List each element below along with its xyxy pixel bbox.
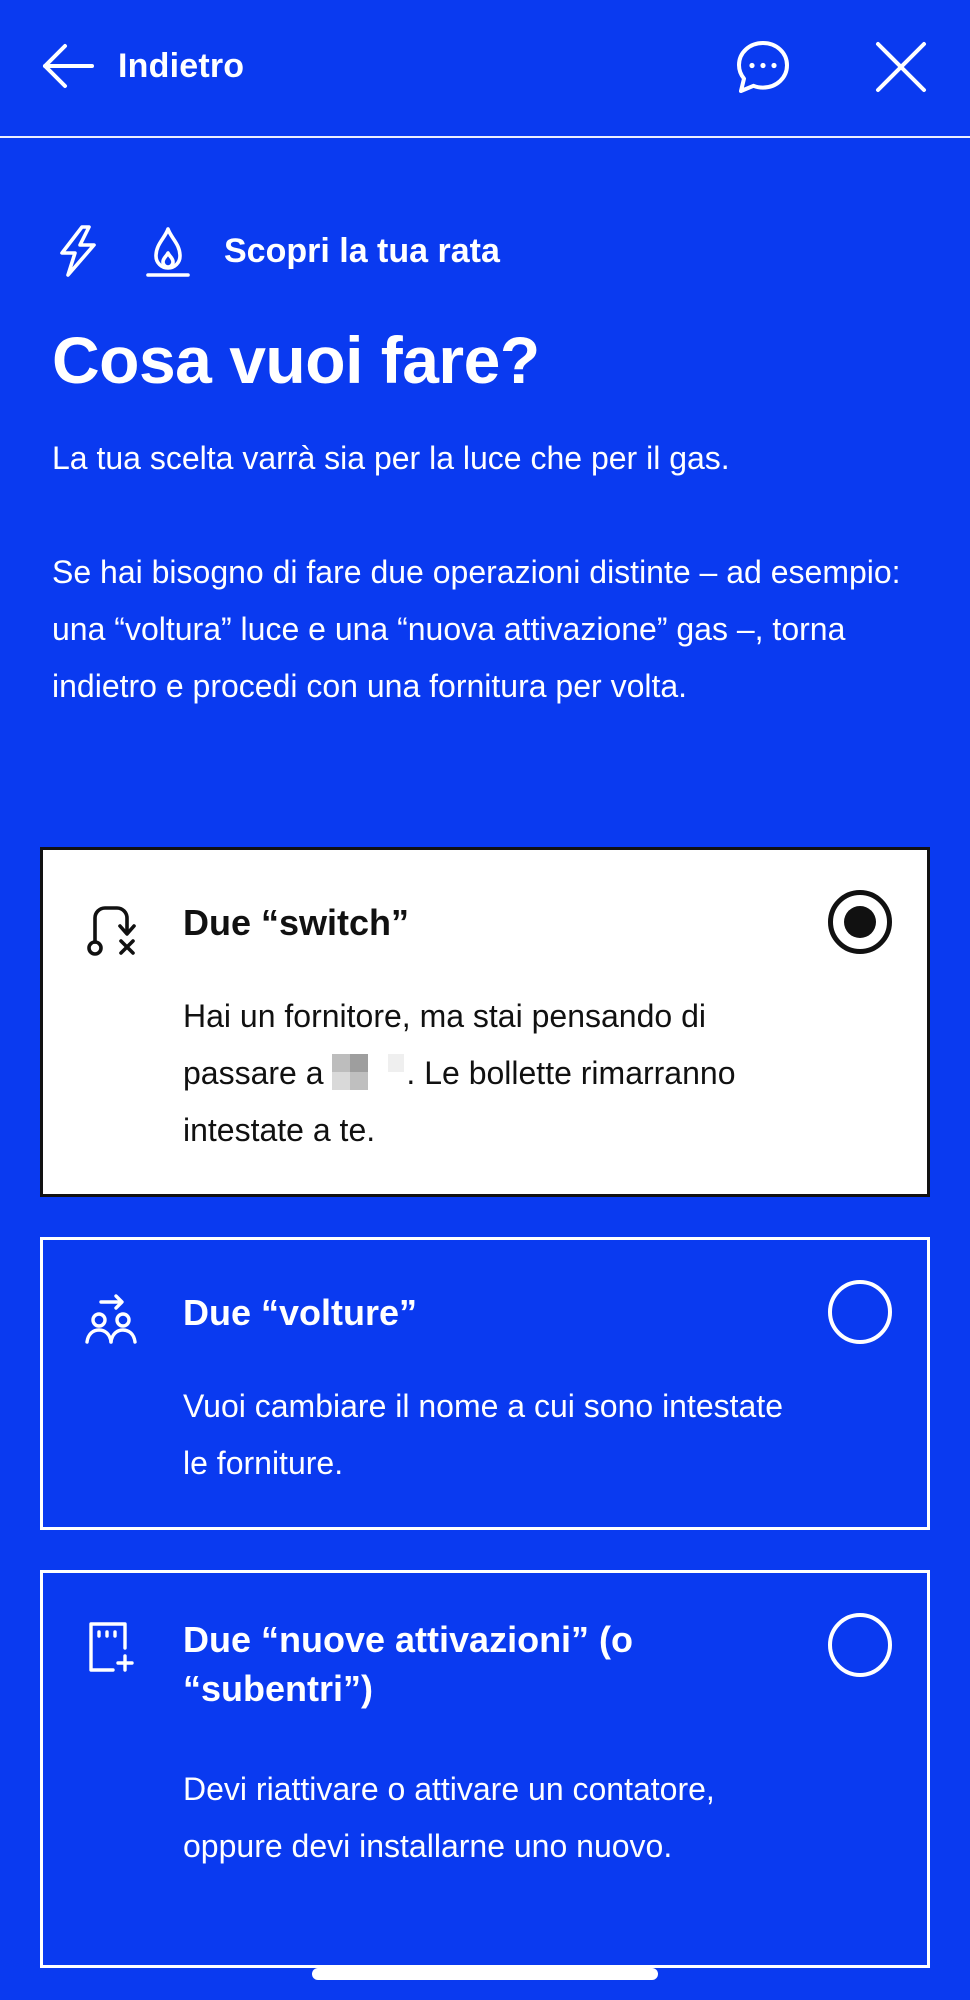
option-title: Due “switch” xyxy=(183,902,410,943)
option-nuove-attivazioni[interactable]: Due “nuove attivazioni” (o “subentri”) D… xyxy=(40,1570,930,1968)
lightning-icon xyxy=(60,225,96,277)
radio-button[interactable] xyxy=(828,1280,892,1344)
option-volture[interactable]: Due “volture” Vuoi cambiare il nome a cu… xyxy=(40,1237,930,1530)
home-indicator xyxy=(312,1968,658,1980)
option-description: Devi riattivare o attivare un contatore,… xyxy=(183,1771,715,1864)
intro-paragraph: La tua scelta varrà sia per la luce che … xyxy=(52,440,730,476)
section-eyebrow: Scopri la tua rata xyxy=(52,220,500,282)
eyebrow-label: Scopri la tua rata xyxy=(224,231,500,270)
top-bar: Indietro xyxy=(0,0,970,138)
arrow-left-icon xyxy=(43,44,94,88)
people-transfer-icon xyxy=(85,1294,137,1344)
chat-bubble-icon xyxy=(737,41,789,93)
close-button[interactable] xyxy=(870,36,932,98)
option-description: Hai un fornitore, ma stai pensando di pa… xyxy=(183,988,803,1159)
page-title: Cosa vuoi fare? xyxy=(52,323,540,397)
switch-route-icon xyxy=(87,906,136,956)
flame-icon xyxy=(146,227,190,277)
option-switch[interactable]: Due “switch” Hai un fornitore, ma stai p… xyxy=(40,847,930,1197)
close-icon xyxy=(876,42,926,92)
chat-button[interactable] xyxy=(734,38,792,96)
radio-button[interactable] xyxy=(828,1613,892,1677)
back-label: Indietro xyxy=(118,46,245,85)
back-button[interactable]: Indietro xyxy=(40,36,244,96)
intro-paragraph: Se hai bisogno di fare due operazioni di… xyxy=(52,554,901,704)
meter-add-icon xyxy=(89,1622,134,1672)
option-description: Vuoi cambiare il nome a cui sono intesta… xyxy=(183,1388,784,1481)
radio-button-selected[interactable] xyxy=(828,890,892,954)
option-title: Due “nuove attivazioni” (o “subentri”) xyxy=(183,1619,634,1709)
option-title: Due “volture” xyxy=(183,1292,418,1333)
redacted-brand xyxy=(332,1054,407,1090)
intro-text: La tua scelta varrà sia per la luce che … xyxy=(52,430,932,715)
